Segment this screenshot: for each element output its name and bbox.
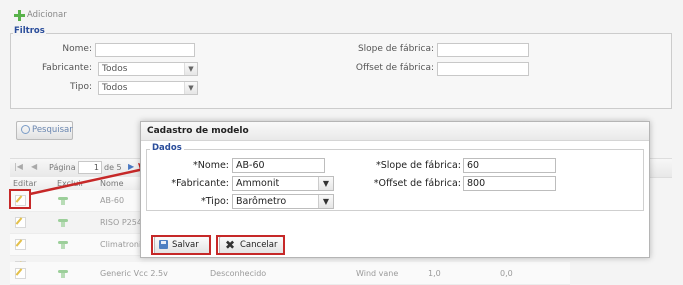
filter-fabricante-value: Todos: [102, 64, 128, 74]
chevron-down-icon[interactable]: ▼: [184, 63, 197, 75]
edit-icon[interactable]: [15, 217, 26, 228]
save-highlight-box: [151, 235, 211, 255]
dialog-tipo-value: Barômetro: [236, 196, 287, 207]
filter-slope-input[interactable]: [437, 43, 529, 57]
dialog-offset-label: *Offset de fábrica:: [373, 178, 461, 189]
filter-fabricante-select[interactable]: Todos ▼: [98, 62, 198, 76]
row-name: RISO P254: [100, 218, 142, 227]
dialog-fabricante-label: *Fabricante:: [171, 178, 229, 189]
row-manufacturer: Desconhecido: [210, 269, 267, 278]
dialog-fabricante-select[interactable]: Ammonit ▼: [232, 176, 334, 191]
row-offset: 0,0: [500, 269, 513, 278]
dialog-offset-input[interactable]: 800: [463, 176, 556, 191]
chevron-down-icon[interactable]: ▼: [184, 82, 197, 94]
plus-icon: [14, 10, 25, 21]
row-name: Climatronic: [100, 240, 146, 249]
model-dialog: Cadastro de modelo Dados *Nome: AB-60 *F…: [140, 121, 650, 258]
search-button[interactable]: Pesquisar: [16, 121, 73, 140]
dialog-nome-label: *Nome:: [193, 160, 229, 171]
delete-icon[interactable]: [58, 270, 68, 278]
dialog-nome-value: AB-60: [236, 160, 265, 171]
cancel-highlight-box: [216, 235, 285, 255]
filter-slope-label: Slope de fábrica:: [357, 44, 434, 54]
dialog-tipo-select[interactable]: Barômetro ▼: [232, 194, 334, 209]
filter-tipo-value: Todos: [102, 83, 128, 93]
delete-icon[interactable]: [58, 219, 68, 227]
arrow-annotation: [29, 163, 152, 196]
dialog-slope-label: *Slope de fábrica:: [375, 160, 461, 171]
dialog-tipo-label: *Tipo:: [201, 196, 229, 207]
magnifier-icon: [21, 125, 30, 134]
dialog-title: Cadastro de modelo: [147, 126, 249, 136]
table-row: [10, 262, 570, 285]
dialog-fabricante-value: Ammonit: [236, 178, 280, 189]
filter-offset-label: Offset de fábrica:: [355, 63, 434, 73]
filter-nome-input[interactable]: [95, 43, 195, 57]
dialog-nome-input[interactable]: AB-60: [232, 158, 325, 173]
row-name: Generic Vcc 2.5v: [100, 269, 168, 278]
chevron-down-icon[interactable]: ▼: [318, 177, 333, 190]
delete-icon[interactable]: [58, 241, 68, 249]
dados-legend: Dados: [150, 143, 184, 153]
dialog-offset-value: 800: [467, 178, 486, 189]
filter-nome-label: Nome:: [62, 44, 92, 54]
chevron-down-icon[interactable]: ▼: [318, 195, 333, 208]
filter-fabricante-label: Fabricante:: [41, 63, 92, 73]
filters-legend: Filtros: [13, 26, 46, 36]
filter-tipo-select[interactable]: Todos ▼: [98, 81, 198, 95]
search-label: Pesquisar: [32, 125, 73, 135]
first-page-icon[interactable]: |◀: [14, 162, 23, 171]
row-type: Wind vane: [356, 269, 399, 278]
filter-offset-input[interactable]: [437, 62, 529, 76]
filter-tipo-label: Tipo:: [70, 82, 92, 92]
add-label: Adicionar: [27, 10, 67, 20]
dialog-slope-value: 60: [467, 160, 480, 171]
dialog-slope-input[interactable]: 60: [463, 158, 556, 173]
row-slope: 1,0: [428, 269, 441, 278]
edit-icon[interactable]: [15, 239, 26, 250]
edit-icon[interactable]: [15, 268, 26, 279]
